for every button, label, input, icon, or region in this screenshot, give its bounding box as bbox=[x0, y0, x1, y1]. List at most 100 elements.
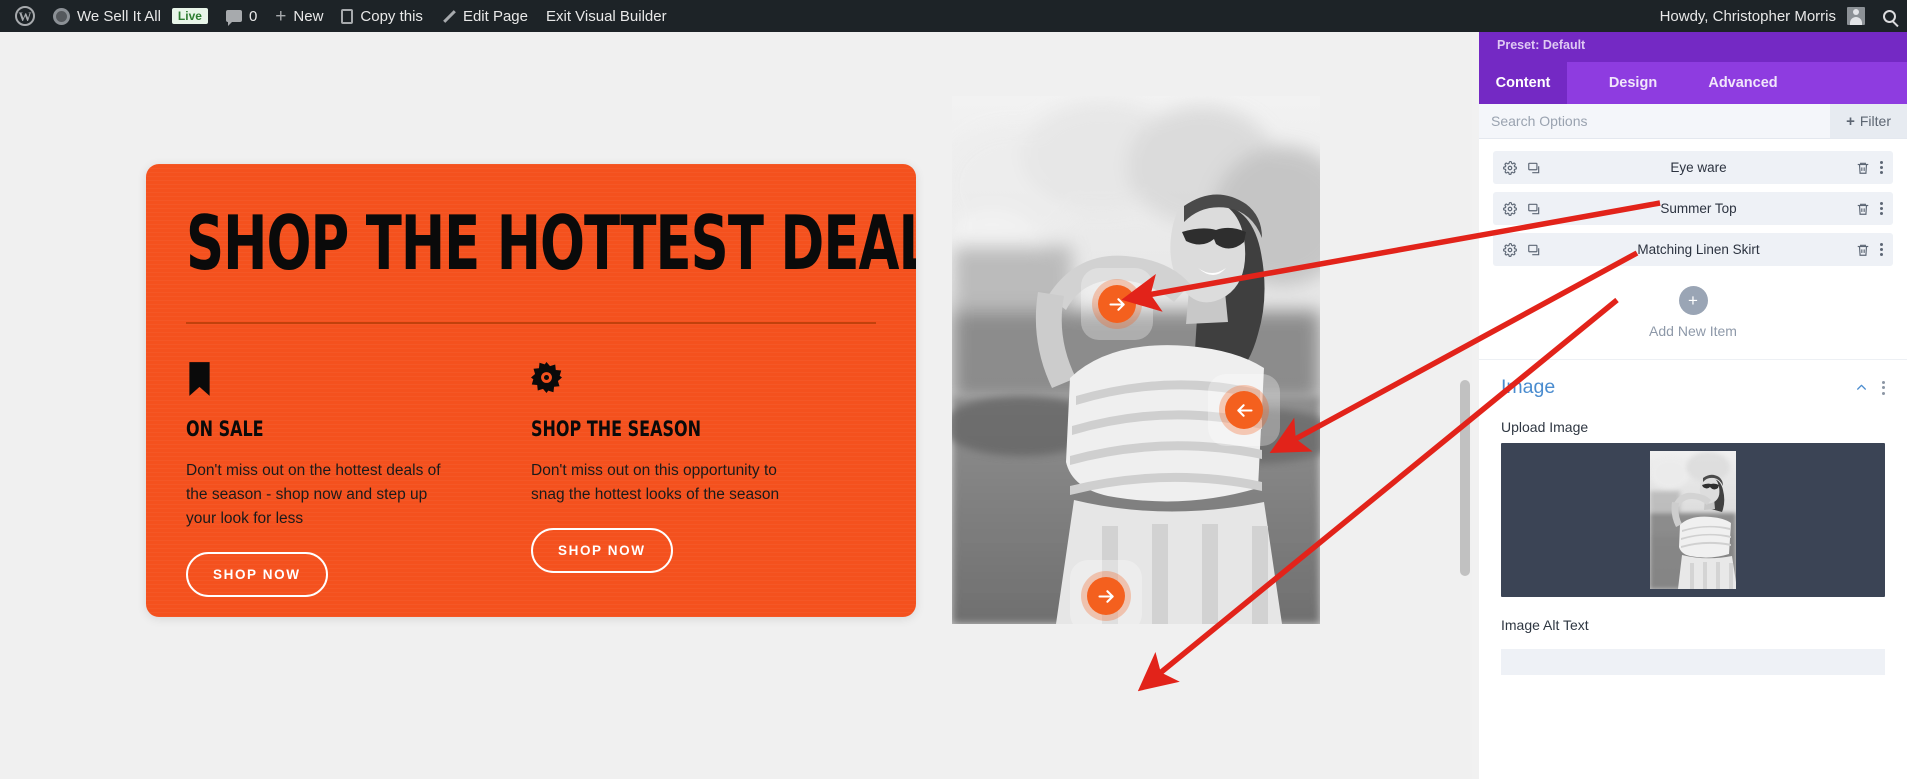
duplicate-icon[interactable] bbox=[1527, 161, 1541, 175]
tab-content[interactable]: Content bbox=[1479, 62, 1567, 104]
promo-columns: ON SALE Don't miss out on the hottest de… bbox=[186, 362, 876, 598]
hotspot-items-list: Eye ware Summer Top Matching Linen Skirt bbox=[1479, 139, 1907, 266]
uploaded-image-thumbnail bbox=[1650, 451, 1736, 589]
dashboard-icon bbox=[53, 7, 70, 25]
app-root: W We Sell It All Live 0 + New Copy this bbox=[0, 0, 1907, 779]
wp-admin-bar: W We Sell It All Live 0 + New Copy this bbox=[0, 0, 1907, 32]
row-left-icons bbox=[1503, 242, 1541, 257]
promo-inner: SHOP THE HOTTEST DEALS ON SALE Don't mis… bbox=[146, 164, 916, 598]
copy-this-menu[interactable]: Copy this bbox=[332, 0, 432, 32]
pencil-icon bbox=[441, 9, 456, 24]
edit-page-menu[interactable]: Edit Page bbox=[432, 0, 537, 32]
hotspot-item-label: Eye ware bbox=[1670, 160, 1727, 175]
more-options-icon[interactable] bbox=[1882, 380, 1885, 395]
image-section-title: Image bbox=[1501, 376, 1556, 398]
hotspot-marker-2[interactable] bbox=[1208, 374, 1280, 446]
page-canvas: SHOP THE HOTTEST DEALS ON SALE Don't mis… bbox=[0, 32, 1472, 779]
image-alt-text-label: Image Alt Text bbox=[1501, 617, 1589, 633]
hotspot-item-row[interactable]: Matching Linen Skirt bbox=[1493, 233, 1893, 266]
sun-icon bbox=[531, 362, 876, 402]
tab-advanced[interactable]: Advanced bbox=[1699, 62, 1787, 104]
hotspot-item-label: Matching Linen Skirt bbox=[1637, 242, 1760, 257]
trash-icon[interactable] bbox=[1856, 202, 1870, 216]
promo-column-title: ON SALE bbox=[186, 415, 264, 442]
trash-icon[interactable] bbox=[1856, 243, 1870, 257]
trash-icon[interactable] bbox=[1856, 161, 1870, 175]
panel-tabs: Content Design Advanced bbox=[1479, 62, 1907, 104]
shop-now-button-on-sale[interactable]: SHOP NOW bbox=[186, 552, 328, 598]
comment-count-label: 0 bbox=[248, 7, 258, 25]
more-options-icon[interactable] bbox=[1880, 161, 1883, 174]
upload-image-label: Upload Image bbox=[1501, 419, 1589, 435]
image-section-header[interactable]: Image bbox=[1501, 376, 1885, 399]
my-account-menu[interactable]: Howdy, Christopher Morris bbox=[1651, 0, 1874, 32]
row-right-icons bbox=[1856, 161, 1883, 175]
site-name-menu[interactable]: We Sell It All Live bbox=[44, 0, 217, 32]
hotspot-marker-3[interactable] bbox=[1070, 560, 1142, 624]
scrollbar-thumb[interactable] bbox=[1460, 380, 1470, 576]
row-right-icons bbox=[1856, 243, 1883, 257]
row-left-icons bbox=[1503, 201, 1541, 216]
page-scrollbar[interactable] bbox=[1458, 32, 1472, 779]
add-new-item-label: Add New Item bbox=[1649, 323, 1737, 339]
exit-visual-builder-menu[interactable]: Exit Visual Builder bbox=[537, 0, 676, 32]
more-options-icon[interactable] bbox=[1880, 243, 1883, 256]
add-new-item-button[interactable]: + Add New Item bbox=[1479, 274, 1907, 360]
admin-bar-left-group: W We Sell It All Live 0 + New Copy this bbox=[0, 0, 676, 32]
plus-icon: + bbox=[275, 5, 287, 27]
promo-divider bbox=[186, 322, 876, 325]
site-name-label: We Sell It All bbox=[77, 7, 161, 25]
duplicate-icon[interactable] bbox=[1527, 243, 1541, 257]
shop-now-button-season[interactable]: SHOP NOW bbox=[531, 528, 673, 574]
hotspot-image-module[interactable] bbox=[952, 96, 1320, 624]
gear-icon[interactable] bbox=[1503, 160, 1517, 175]
tabs-filler bbox=[1787, 62, 1907, 104]
plus-icon: + bbox=[1678, 286, 1708, 315]
promo-column-shop-the-season: SHOP THE SEASON Don't miss out on this o… bbox=[531, 362, 876, 597]
wordpress-logo-icon: W bbox=[15, 6, 35, 26]
hotspot-item-row[interactable]: Summer Top bbox=[1493, 192, 1893, 225]
promo-column-on-sale: ON SALE Don't miss out on the hottest de… bbox=[186, 362, 531, 598]
chevron-up-icon[interactable] bbox=[1855, 381, 1868, 394]
arrow-right-icon bbox=[1098, 285, 1136, 323]
hotspot-marker-1[interactable] bbox=[1081, 268, 1153, 340]
admin-bar-right-group: Howdy, Christopher Morris bbox=[1651, 0, 1907, 32]
tab-design[interactable]: Design bbox=[1589, 62, 1677, 104]
row-left-icons bbox=[1503, 160, 1541, 175]
duplicate-icon[interactable] bbox=[1527, 202, 1541, 216]
new-content-menu[interactable]: + New bbox=[266, 0, 332, 32]
live-badge: Live bbox=[171, 8, 208, 24]
copy-icon bbox=[341, 8, 354, 24]
promo-heading: SHOP THE HOTTEST DEALS bbox=[186, 199, 916, 287]
row-right-icons bbox=[1856, 202, 1883, 216]
gear-icon[interactable] bbox=[1503, 242, 1517, 257]
panel-body: Eye ware Summer Top Matching Linen Skirt… bbox=[1479, 139, 1907, 779]
gear-icon[interactable] bbox=[1503, 201, 1517, 216]
filter-label: Filter bbox=[1859, 113, 1891, 129]
search-input[interactable] bbox=[1479, 104, 1831, 138]
hotspot-item-label: Summer Top bbox=[1660, 201, 1737, 216]
panel-preset-selector[interactable]: Preset: Default bbox=[1497, 38, 1889, 52]
promo-card[interactable]: SHOP THE HOTTEST DEALS ON SALE Don't mis… bbox=[146, 164, 916, 617]
comments-menu[interactable]: 0 bbox=[217, 0, 266, 32]
more-options-icon[interactable] bbox=[1880, 202, 1883, 215]
dp-hotspots-settings-panel: DP Hotspots Settings Preset: Default Con… bbox=[1479, 0, 1907, 779]
upload-image-preview[interactable] bbox=[1501, 443, 1885, 597]
exit-visual-builder-label: Exit Visual Builder bbox=[545, 7, 667, 25]
arrow-left-icon bbox=[1225, 391, 1263, 429]
edit-page-label: Edit Page bbox=[462, 7, 528, 25]
new-label: New bbox=[293, 7, 324, 25]
howdy-label: Howdy, Christopher Morris bbox=[1659, 7, 1836, 25]
bookmark-icon bbox=[186, 362, 531, 402]
image-settings-section: Image Upload Image Image Alt Text bbox=[1479, 360, 1907, 675]
copy-this-label: Copy this bbox=[360, 7, 423, 25]
avatar bbox=[1847, 7, 1865, 25]
filter-button[interactable]: + Filter bbox=[1830, 104, 1907, 138]
comment-bubble-icon bbox=[225, 10, 242, 26]
promo-column-text: Don't miss out on the hottest deals of t… bbox=[186, 462, 441, 528]
image-alt-text-input[interactable] bbox=[1501, 649, 1885, 675]
admin-search-button[interactable] bbox=[1874, 0, 1905, 32]
hotspot-item-row[interactable]: Eye ware bbox=[1493, 151, 1893, 184]
plus-icon: + bbox=[1846, 112, 1855, 130]
wordpress-logo-menu[interactable]: W bbox=[6, 0, 44, 32]
